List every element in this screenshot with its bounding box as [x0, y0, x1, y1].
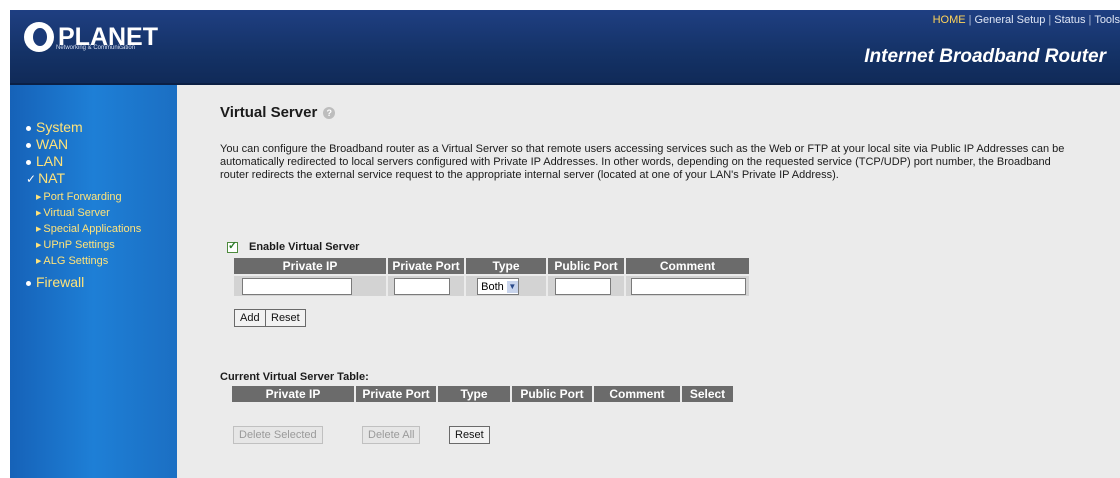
page-title: Virtual Server ?: [220, 104, 336, 121]
current-table-label: Current Virtual Server Table:: [220, 371, 369, 383]
reset-table-button[interactable]: Reset: [449, 426, 490, 444]
sidebar-subitem-upnp-settings[interactable]: ▶ UPnP Settings: [36, 239, 115, 251]
delete-all-button[interactable]: Delete All: [362, 426, 421, 444]
sidebar-item-label: NAT: [38, 170, 66, 186]
arrow-right-icon: ▶: [36, 194, 42, 202]
sidebar-item-label: Firewall: [36, 274, 85, 290]
sidebar: System WAN LAN ✓ NAT ▶ Port Forwarding ▶ Vi…: [10, 85, 177, 478]
form-header-type: Type: [466, 258, 546, 274]
delete-selected-button[interactable]: Delete Selected: [233, 426, 323, 444]
sidebar-item-wan[interactable]: WAN: [26, 136, 68, 152]
sidebar-subitem-virtual-server[interactable]: ▶ Virtual Server: [36, 207, 110, 219]
enable-label: Enable Virtual Server: [249, 241, 360, 253]
check-icon: ✓: [26, 172, 37, 186]
router-page: PLANET Networking & Communication HOME | G…: [10, 10, 1120, 478]
arrow-right-icon: ▶: [36, 242, 42, 250]
table-header-select: Select: [682, 386, 733, 402]
bullet-icon: [26, 125, 31, 131]
table-header-type: Type: [438, 386, 510, 402]
main-content: Virtual Server ? You can configure the B…: [220, 10, 1120, 478]
public-port-cell: [548, 276, 624, 296]
type-select[interactable]: Both ▼: [477, 278, 519, 296]
form-header-private-port: Private Port: [388, 258, 464, 274]
private-ip-cell: [234, 276, 386, 296]
virtual-server-form: Private IP Private Port Type Public Port…: [232, 256, 751, 298]
page-title-text: Virtual Server: [220, 104, 318, 121]
chevron-down-icon: ▼: [506, 280, 518, 293]
add-button[interactable]: Add: [234, 309, 266, 327]
arrow-right-icon: ▶: [36, 226, 42, 234]
current-virtual-server-table: Private IP Private Port Type Public Port…: [230, 384, 735, 404]
type-select-value: Both: [481, 280, 504, 293]
arrow-right-icon: ▶: [36, 210, 42, 218]
sidebar-item-nat[interactable]: ✓ NAT: [26, 170, 65, 186]
sidebar-subitem-label: ALG Settings: [43, 255, 109, 267]
bullet-icon: [26, 280, 31, 286]
private-port-input[interactable]: [394, 277, 450, 295]
sidebar-subitem-label: UPnP Settings: [43, 239, 115, 251]
sidebar-item-system[interactable]: System: [26, 119, 83, 135]
sidebar-item-label: WAN: [36, 136, 69, 152]
sidebar-item-firewall[interactable]: Firewall: [26, 274, 84, 290]
sidebar-subitem-port-forwarding[interactable]: ▶ Port Forwarding: [36, 191, 122, 203]
sidebar-subitem-label: Special Applications: [43, 223, 142, 235]
sidebar-subitem-special-applications[interactable]: ▶ Special Applications: [36, 223, 141, 235]
type-cell: Both ▼: [466, 276, 546, 296]
table-header-private-ip: Private IP: [232, 386, 354, 402]
comment-cell: [626, 276, 749, 296]
public-port-input[interactable]: [555, 277, 611, 295]
sidebar-subitem-alg-settings[interactable]: ▶ ALG Settings: [36, 255, 108, 267]
bullet-icon: [26, 142, 31, 148]
enable-virtual-server[interactable]: Enable Virtual Server: [227, 239, 360, 253]
planet-logo-mark: [24, 22, 54, 52]
bullet-icon: [26, 159, 31, 165]
comment-input[interactable]: [631, 277, 746, 295]
sidebar-subitem-label: Port Forwarding: [43, 191, 122, 203]
sidebar-item-label: System: [36, 119, 83, 135]
arrow-right-icon: ▶: [36, 258, 42, 266]
page-description: You can configure the Broadband router a…: [220, 143, 1065, 181]
sidebar-subitem-label: Virtual Server: [43, 207, 110, 219]
table-header-comment: Comment: [594, 386, 680, 402]
sidebar-item-label: LAN: [36, 153, 64, 169]
reset-button[interactable]: Reset: [265, 309, 306, 327]
form-header-private-ip: Private IP: [234, 258, 386, 274]
help-icon[interactable]: ?: [323, 106, 336, 119]
enable-checkbox[interactable]: [227, 239, 238, 253]
private-ip-input[interactable]: [242, 277, 352, 295]
private-port-cell: [388, 276, 464, 296]
table-header-public-port: Public Port: [512, 386, 592, 402]
form-header-public-port: Public Port: [548, 258, 624, 274]
sidebar-item-lan[interactable]: LAN: [26, 153, 63, 169]
logo-subtitle: Networking & Communication: [56, 45, 136, 51]
form-header-comment: Comment: [626, 258, 749, 274]
table-header-private-port: Private Port: [356, 386, 436, 402]
